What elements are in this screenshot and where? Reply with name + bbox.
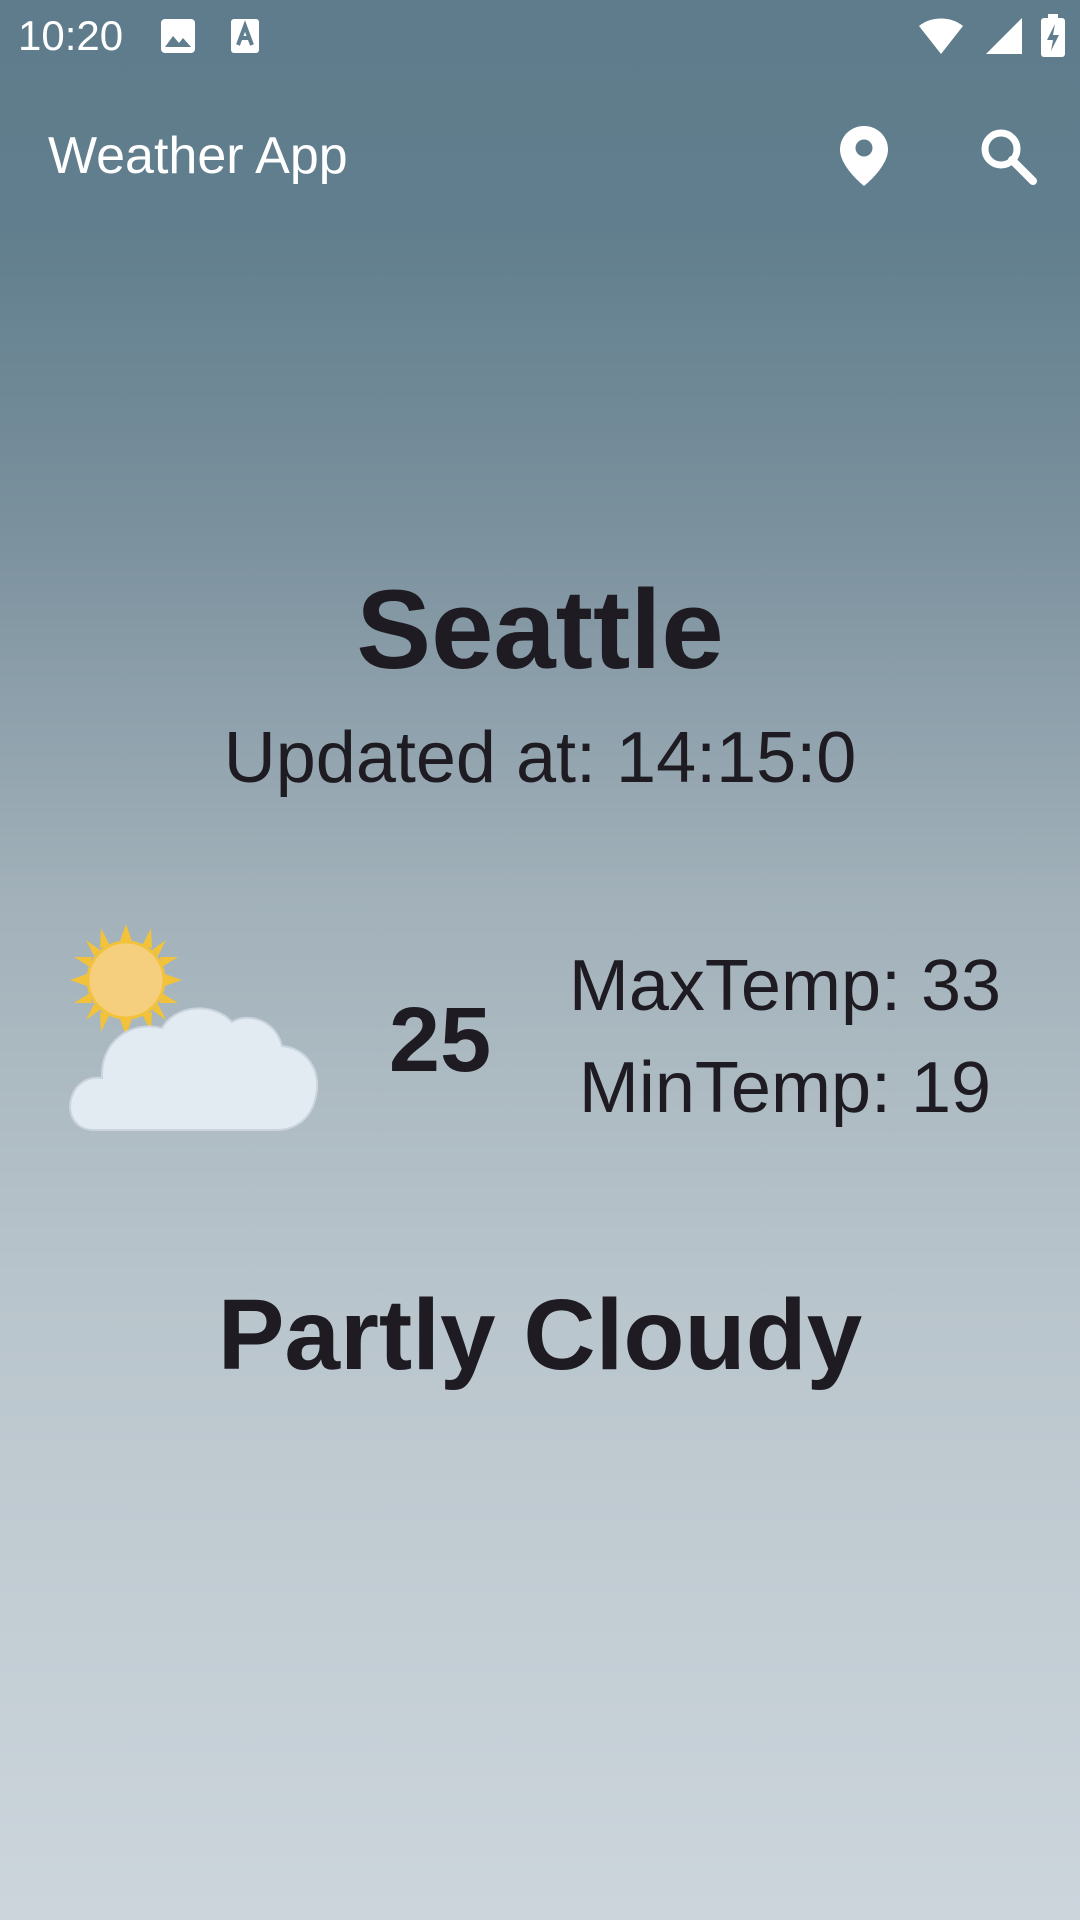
location-pin-icon xyxy=(840,126,888,186)
max-temperature: MaxTemp: 33 xyxy=(568,946,1002,1026)
partly-cloudy-icon xyxy=(68,924,320,1134)
city-name: Seattle xyxy=(356,567,724,692)
text-a-icon xyxy=(231,19,259,53)
battery-charging-icon xyxy=(1041,14,1065,57)
status-bar: 10:20 xyxy=(0,0,1080,72)
weather-condition: Partly Cloudy xyxy=(217,1279,863,1391)
updated-time: Updated at: 14:15:0 xyxy=(223,718,857,798)
signal-icon xyxy=(986,18,1022,54)
min-temperature: MinTemp: 19 xyxy=(578,1048,992,1128)
wifi-icon xyxy=(919,18,963,54)
app-bar: Weather App xyxy=(0,72,1080,240)
search-button[interactable] xyxy=(960,108,1056,204)
current-temperature: 25 xyxy=(388,989,492,1091)
app-title: Weather App xyxy=(48,127,348,185)
status-time: 10:20 xyxy=(18,12,124,59)
location-button[interactable] xyxy=(816,108,912,204)
image-icon xyxy=(161,19,195,53)
search-icon xyxy=(981,129,1037,185)
